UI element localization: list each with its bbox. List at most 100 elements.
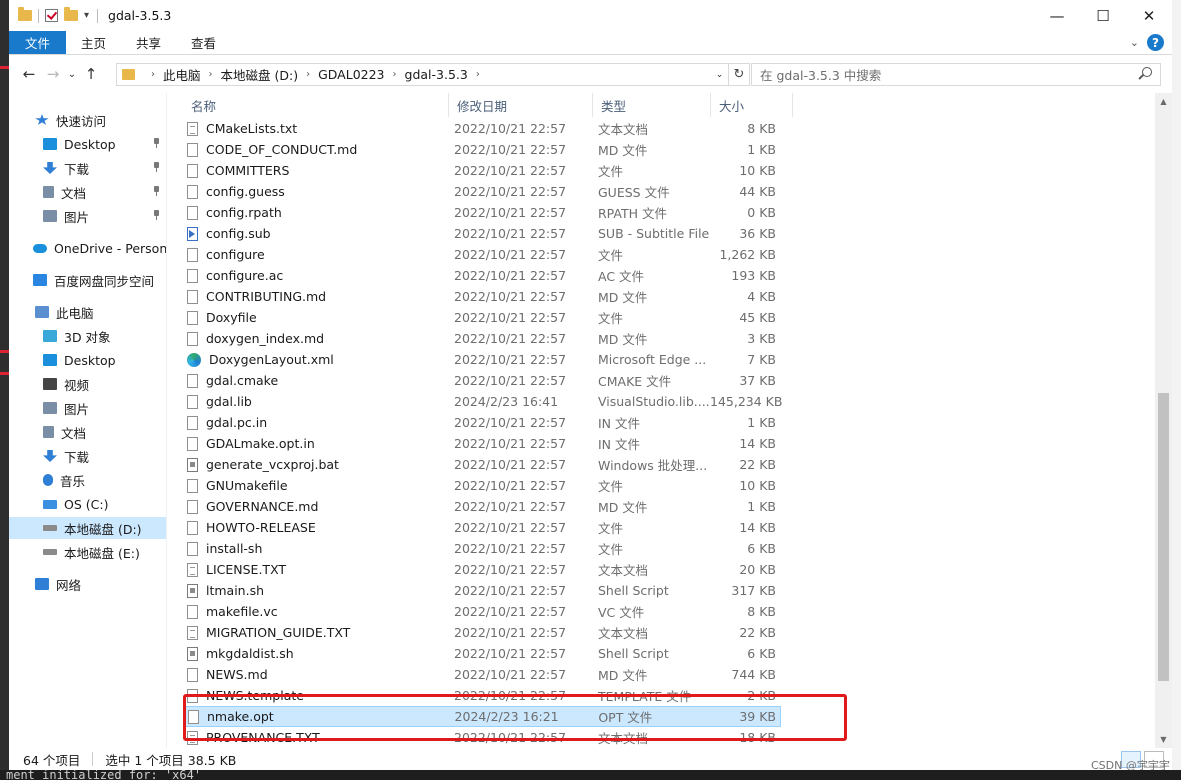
properties-icon[interactable] bbox=[45, 9, 58, 22]
file-row[interactable]: CODE_OF_CONDUCT.md 2022/10/21 22:57 MD 文件 1… bbox=[183, 139, 781, 160]
folder-icon bbox=[122, 69, 135, 80]
file-date: 2022/10/21 22:57 bbox=[454, 667, 567, 682]
sidebar-item-drive-e[interactable]: 本地磁盘 (E:) bbox=[9, 541, 166, 563]
address-history-chevron-icon[interactable]: ⌄ bbox=[711, 64, 728, 85]
breadcrumb-gdal0223[interactable]: GDAL0223 bbox=[318, 67, 384, 82]
file-row[interactable]: mkgdaldist.sh 2022/10/21 22:57 Shell Scrip… bbox=[183, 643, 781, 664]
maximize-button[interactable]: ☐ bbox=[1080, 0, 1126, 31]
sidebar-item-drive-c[interactable]: OS (C:) bbox=[9, 493, 166, 515]
column-header-type[interactable]: 类型 bbox=[593, 93, 711, 117]
sidebar-item-desktop[interactable]: Desktop bbox=[9, 133, 166, 155]
close-button[interactable]: ✕ bbox=[1126, 0, 1172, 31]
breadcrumb-this-pc[interactable]: 此电脑 bbox=[163, 65, 201, 84]
file-row[interactable]: install-sh 2022/10/21 22:57 文件 6 KB bbox=[183, 538, 781, 559]
file-row[interactable]: gdal.pc.in 2022/10/21 22:57 IN 文件 1 KB bbox=[183, 412, 781, 433]
file-date: 2022/10/21 22:57 bbox=[454, 730, 567, 745]
tab-share[interactable]: 共享 bbox=[121, 31, 176, 54]
file-row[interactable]: CONTRIBUTING.md 2022/10/21 22:57 MD 文件 4 KB bbox=[183, 286, 781, 307]
navigation-pane[interactable]: 快速访问 Desktop 下载 文档 图片 OneDrive - Persona… bbox=[9, 93, 166, 748]
expand-ribbon-chevron-icon[interactable]: ⌄ bbox=[1130, 36, 1139, 49]
help-icon[interactable]: ? bbox=[1147, 34, 1164, 51]
breadcrumb-separator-icon[interactable]: › bbox=[151, 69, 155, 80]
file-row[interactable]: config.rpath 2022/10/21 22:57 RPATH 文件 0 KB bbox=[183, 202, 781, 223]
breadcrumb-drive-d[interactable]: 本地磁盘 (D:) bbox=[221, 65, 299, 84]
column-header-size[interactable]: 大小 bbox=[711, 93, 793, 117]
sidebar-item-this-pc[interactable]: 此电脑 bbox=[9, 301, 166, 323]
search-icon[interactable] bbox=[1142, 67, 1152, 77]
address-bar[interactable]: › 此电脑 › 本地磁盘 (D:) › GDAL0223 › gdal-3.5.3 › … bbox=[116, 63, 729, 86]
back-button[interactable]: ← bbox=[17, 65, 41, 83]
file-size: 14 KB bbox=[739, 520, 776, 535]
file-row[interactable]: CMakeLists.txt 2022/10/21 22:57 文本文档 8 KB bbox=[183, 118, 781, 139]
file-row[interactable]: config.guess 2022/10/21 22:57 GUESS 文件 44 K… bbox=[183, 181, 781, 202]
breadcrumb-separator-icon[interactable]: › bbox=[209, 69, 213, 80]
file-row[interactable]: config.sub 2022/10/21 22:57 SUB - Subtitle… bbox=[183, 223, 781, 244]
sidebar-item-documents[interactable]: 文档 bbox=[9, 181, 166, 203]
sidebar-item-network[interactable]: 网络 bbox=[9, 573, 166, 595]
recent-locations-chevron-icon[interactable]: ⌄ bbox=[65, 69, 79, 80]
file-row[interactable]: configure.ac 2022/10/21 22:57 AC 文件 193 KB bbox=[183, 265, 781, 286]
file-row[interactable]: GNUmakefile 2022/10/21 22:57 文件 10 KB bbox=[183, 475, 781, 496]
file-row[interactable]: GOVERNANCE.md 2022/10/21 22:57 MD 文件 1 KB bbox=[183, 496, 781, 517]
sidebar-item-baidu-sync[interactable]: 百度网盘同步空间 bbox=[9, 269, 166, 291]
file-row[interactable]: COMMITTERS 2022/10/21 22:57 文件 10 KB bbox=[183, 160, 781, 181]
breadcrumb-separator-icon[interactable]: › bbox=[306, 69, 310, 80]
file-row[interactable]: gdal.cmake 2022/10/21 22:57 CMAKE 文件 37 KB bbox=[183, 370, 781, 391]
file-row[interactable]: generate_vcxproj.bat 2022/10/21 22:57 Wind… bbox=[183, 454, 781, 475]
file-row[interactable]: gdal.lib 2024/2/23 16:41 VisualStudio.lib.… bbox=[183, 391, 782, 412]
file-row[interactable]: LICENSE.TXT 2022/10/21 22:57 文本文档 20 KB bbox=[183, 559, 781, 580]
file-row[interactable]: PROVENANCE.TXT 2022/10/21 22:57 文本文档 18 KB bbox=[183, 727, 781, 748]
file-row[interactable]: Doxyfile 2022/10/21 22:57 文件 45 KB bbox=[183, 307, 781, 328]
new-folder-icon[interactable] bbox=[64, 7, 78, 21]
file-size: 317 KB bbox=[731, 583, 776, 598]
breadcrumb-gdal-3-5-3[interactable]: gdal-3.5.3 bbox=[405, 67, 468, 82]
tab-view[interactable]: 查看 bbox=[176, 31, 231, 54]
sidebar-item-documents-pc[interactable]: 文档 bbox=[9, 421, 166, 443]
breadcrumb-separator-icon[interactable]: › bbox=[476, 69, 480, 80]
sidebar-item-music[interactable]: 音乐 bbox=[9, 469, 166, 491]
pane-divider[interactable] bbox=[166, 93, 167, 748]
vertical-scrollbar[interactable]: ▲ ▼ bbox=[1155, 93, 1172, 748]
file-row[interactable]: HOWTO-RELEASE 2022/10/21 22:57 文件 14 KB bbox=[183, 517, 781, 538]
file-row[interactable]: doxygen_index.md 2022/10/21 22:57 MD 文件 3 K… bbox=[183, 328, 781, 349]
file-size: 20 KB bbox=[739, 562, 776, 577]
tab-file[interactable]: 文件 bbox=[9, 31, 67, 54]
file-row[interactable]: GDALmake.opt.in 2022/10/21 22:57 IN 文件 14 K… bbox=[183, 433, 781, 454]
sidebar-item-quick-access[interactable]: 快速访问 bbox=[9, 109, 166, 131]
sidebar-item-videos[interactable]: 视频 bbox=[9, 373, 166, 395]
column-header-name[interactable]: 名称 bbox=[183, 93, 449, 117]
sidebar-item-pictures[interactable]: 图片 bbox=[9, 205, 166, 227]
forward-button[interactable]: → bbox=[41, 65, 65, 83]
sidebar-item-desktop-pc[interactable]: Desktop bbox=[9, 349, 166, 371]
scroll-up-arrow-icon[interactable]: ▲ bbox=[1155, 93, 1172, 110]
file-row[interactable]: DoxygenLayout.xml 2022/10/21 22:57 Microso… bbox=[183, 349, 781, 370]
file-name: CODE_OF_CONDUCT.md bbox=[206, 142, 358, 157]
sidebar-item-onedrive[interactable]: OneDrive - Personal bbox=[9, 237, 166, 259]
scroll-down-arrow-icon[interactable]: ▼ bbox=[1155, 731, 1172, 748]
file-row[interactable]: NEWS.md 2022/10/21 22:57 MD 文件 744 KB bbox=[183, 664, 781, 685]
breadcrumb-separator-icon[interactable]: › bbox=[393, 69, 397, 80]
file-row[interactable]: NEWS.template 2022/10/21 22:57 TEMPLATE 文件… bbox=[183, 685, 781, 706]
sidebar-item-pictures-pc[interactable]: 图片 bbox=[9, 397, 166, 419]
sidebar-item-label: Desktop bbox=[64, 136, 116, 152]
file-row[interactable]: nmake.opt 2024/2/23 16:21 OPT 文件 39 KB bbox=[183, 706, 781, 727]
refresh-button[interactable]: ↻ bbox=[729, 63, 750, 86]
minimize-button[interactable]: — bbox=[1034, 0, 1080, 31]
file-list[interactable]: ^ 名称 修改日期 类型 大小 CMakeLists.txt 2022/10/21… bbox=[175, 93, 1155, 748]
file-row[interactable]: makefile.vc 2022/10/21 22:57 VC 文件 8 KB bbox=[183, 601, 781, 622]
pictures-icon bbox=[43, 402, 57, 414]
file-row[interactable]: configure 2022/10/21 22:57 文件 1,262 KB bbox=[183, 244, 781, 265]
up-button[interactable]: ↑ bbox=[79, 65, 103, 83]
file-row[interactable]: ltmain.sh 2022/10/21 22:57 Shell Script 317… bbox=[183, 580, 781, 601]
sidebar-item-downloads[interactable]: 下载 bbox=[9, 157, 166, 179]
file-row[interactable]: MIGRATION_GUIDE.TXT 2022/10/21 22:57 文本文档 2… bbox=[183, 622, 781, 643]
file-type: VisualStudio.lib.... bbox=[598, 394, 710, 409]
sidebar-item-drive-d[interactable]: 本地磁盘 (D:) bbox=[9, 517, 166, 539]
scrollbar-thumb[interactable] bbox=[1158, 393, 1169, 681]
customize-toolbar-chevron-icon[interactable]: ▾ bbox=[84, 10, 89, 21]
sidebar-item-3d-objects[interactable]: 3D 对象 bbox=[9, 325, 166, 347]
search-input[interactable]: 在 gdal-3.5.3 中搜索 bbox=[751, 63, 1161, 86]
tab-home[interactable]: 主页 bbox=[66, 31, 121, 54]
sidebar-item-downloads-pc[interactable]: 下载 bbox=[9, 445, 166, 467]
column-header-date[interactable]: 修改日期 bbox=[449, 93, 593, 117]
